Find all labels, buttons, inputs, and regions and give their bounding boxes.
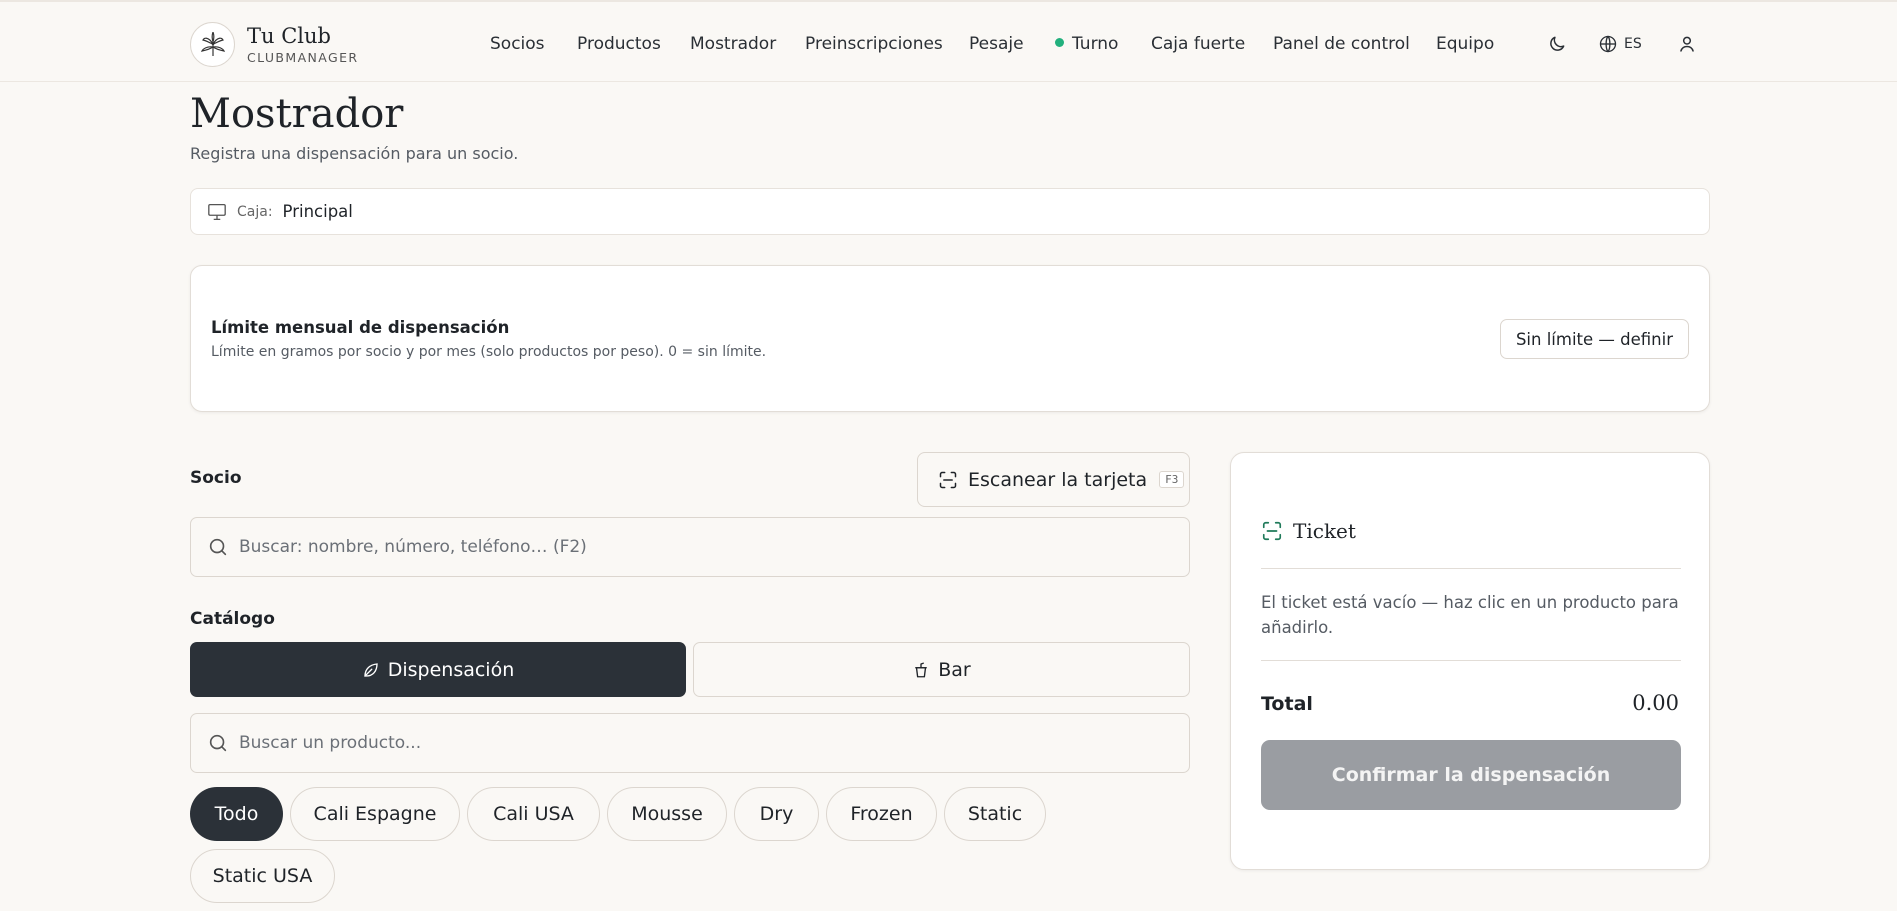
scan-shortcut: F3 [1159,471,1185,488]
scan-card-button[interactable]: Escanear la tarjeta F3 [917,452,1190,507]
tab-dispensacion[interactable]: Dispensación [190,642,686,697]
caja-label: Caja: [237,203,273,220]
brand-subtitle: CLUBMANAGER [247,49,359,65]
category-chip-dry[interactable]: Dry [734,787,819,841]
product-search[interactable] [190,713,1190,773]
nav-item-equipo[interactable]: Equipo [1436,32,1494,56]
nav-item-productos[interactable]: Productos [577,32,661,56]
confirm-dispensation-button[interactable]: Confirmar la dispensación [1261,740,1681,810]
nav-item-socios[interactable]: Socios [490,32,545,56]
nav-item-preinscripciones[interactable]: Preinscripciones [805,32,943,56]
total-value: 0.00 [1632,691,1679,715]
caja-card: Caja: Principal [190,188,1710,235]
ticket-divider [1261,568,1681,569]
monitor-icon [208,203,226,220]
nav-item-caja-fuerte[interactable]: Caja fuerte [1151,32,1245,56]
search-icon [209,538,227,556]
tab-bar-label: Bar [938,658,971,681]
scan-icon [1262,521,1282,541]
monthly-limit-card: Límite mensual de dispensación Límite en… [190,265,1710,412]
product-search-input[interactable] [239,733,1139,753]
ticket-divider [1261,660,1681,661]
ticket-panel: Ticket El ticket está vacío — haz clic e… [1230,452,1710,870]
caja-value: Principal [282,202,353,221]
page-subtitle: Registra una dispensación para un socio. [190,144,519,163]
club-logo [190,22,235,67]
ticket-header: Ticket [1261,519,1356,543]
category-chip-cali-espagne[interactable]: Cali Espagne [290,787,460,841]
nav-item-pesaje[interactable]: Pesaje [969,32,1024,56]
catalog-label: Catálogo [190,609,275,629]
ticket-title: Ticket [1293,519,1356,543]
socio-label: Socio [190,468,242,488]
leaf-logo-icon [200,31,225,56]
moon-icon [1550,36,1565,51]
tab-bar[interactable]: Bar [693,642,1190,697]
user-menu[interactable] [1677,34,1697,54]
brand[interactable]: Tu Club CLUBMANAGER [190,22,358,67]
category-chip-cali-usa[interactable]: Cali USA [467,787,600,841]
dark-mode-toggle[interactable] [1547,34,1567,54]
language-selector[interactable]: ES [1598,34,1642,54]
nav-item-turno[interactable]: Turno [1055,32,1118,56]
language-label: ES [1624,36,1642,52]
tab-dispensacion-label: Dispensación [387,658,515,681]
limit-description: Límite en gramos por socio y por mes (so… [211,344,767,360]
category-chip-static[interactable]: Static [944,787,1046,841]
cup-icon [915,662,928,677]
category-chip-static-usa[interactable]: Static USA [190,849,335,903]
page-title: Mostrador [190,91,404,137]
category-chip-todo[interactable]: Todo [190,787,283,841]
category-chip-mousse[interactable]: Mousse [607,787,727,841]
set-limit-button[interactable]: Sin límite — definir [1499,319,1689,359]
user-icon [1680,36,1694,52]
globe-icon [1599,35,1617,53]
total-label: Total [1261,693,1313,715]
member-search[interactable] [190,517,1190,577]
category-chip-frozen[interactable]: Frozen [826,787,937,841]
nav-item-panel-de-control[interactable]: Panel de control [1273,32,1410,56]
turno-status-dot [1055,37,1064,47]
scan-icon [939,471,957,488]
nav-item-turno-label: Turno [1072,34,1119,54]
ticket-empty-message: El ticket está vacío — haz clic en un pr… [1261,593,1679,637]
limit-title: Límite mensual de dispensación [211,318,510,337]
nav-item-mostrador[interactable]: Mostrador [690,32,776,56]
leaf-icon [364,662,378,677]
brand-title: Tu Club [247,23,331,48]
member-search-input[interactable] [239,537,1139,557]
scan-card-label: Escanear la tarjeta [968,468,1148,491]
search-icon [209,734,227,752]
top-bar: Tu Club CLUBMANAGER Socios Productos Mos… [0,0,1897,82]
